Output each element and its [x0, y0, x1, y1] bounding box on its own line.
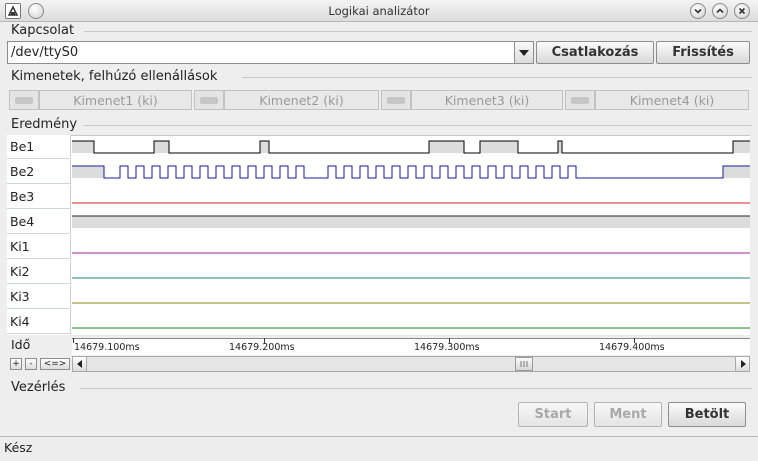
channel-label-be4: Be4 [7, 210, 71, 234]
result-divider [84, 125, 752, 126]
channel-label-ki2: Ki2 [7, 260, 71, 284]
app-icon [5, 3, 21, 19]
time-axis-label: Idő [11, 337, 31, 352]
channel-label-ki4: Ki4 [7, 310, 71, 334]
port-combo[interactable] [7, 41, 515, 64]
control-section-title: Vezérlés [11, 380, 66, 395]
time-tick-label: 14679.400ms [599, 342, 665, 353]
channel-label-ki1: Ki1 [7, 235, 71, 259]
waveform-be1 [72, 140, 750, 154]
load-button[interactable]: Betölt [668, 402, 746, 427]
output1-switch[interactable] [9, 90, 39, 110]
status-text: Kész [4, 440, 33, 455]
window-title: Logikai analizátor [328, 4, 430, 18]
waveform-be4 [72, 215, 750, 228]
waveform-be2 [72, 165, 750, 179]
output2-toggle[interactable]: Kimenet2 (ki) [224, 90, 379, 110]
zoom-fit-button[interactable]: <=> [40, 358, 70, 370]
close-button[interactable] [734, 3, 750, 19]
outputs-section-title: Kimenetek, felhúzó ellenállások [11, 69, 218, 84]
scroll-thumb[interactable] [515, 357, 533, 371]
port-combo-value: /dev/ttyS0 [11, 45, 79, 60]
zoom-out-button[interactable]: - [25, 358, 37, 370]
outputs-divider [242, 77, 752, 78]
result-section-title: Eredmény [11, 117, 78, 132]
time-tick-label: 14679.300ms [414, 342, 480, 353]
connection-section-title: Kapcsolat [11, 23, 75, 38]
channel-label-be2: Be2 [7, 160, 71, 184]
control-divider [80, 388, 752, 389]
channel-label-ki3: Ki3 [7, 285, 71, 309]
output1-toggle[interactable]: Kimenet1 (ki) [39, 90, 192, 110]
maximize-button[interactable] [712, 3, 728, 19]
output4-switch[interactable] [565, 90, 595, 110]
channel-label-be1: Be1 [7, 135, 71, 159]
connection-divider [84, 31, 752, 32]
port-combo-arrow[interactable] [514, 41, 534, 64]
scroll-right-arrow[interactable] [735, 357, 749, 371]
output3-switch[interactable] [381, 90, 411, 110]
waveform-plot [72, 140, 750, 329]
minimize-button[interactable] [690, 3, 706, 19]
status-bar [0, 436, 758, 461]
connect-button[interactable]: Csatlakozás [536, 41, 654, 64]
channel-label-be3: Be3 [7, 185, 71, 209]
time-tick-label: 14679.200ms [229, 342, 295, 353]
save-button[interactable]: Ment [594, 402, 662, 427]
output3-toggle[interactable]: Kimenet3 (ki) [411, 90, 563, 110]
zoom-in-button[interactable]: + [10, 358, 22, 370]
scroll-left-arrow[interactable] [73, 357, 87, 371]
refresh-button[interactable]: Frissítés [656, 41, 750, 64]
time-tick-label: 14679.100ms [74, 342, 140, 353]
window-menu-button[interactable] [28, 3, 44, 19]
output2-switch[interactable] [194, 90, 224, 110]
start-button[interactable]: Start [518, 402, 588, 427]
horizontal-scrollbar[interactable] [72, 356, 750, 372]
output4-toggle[interactable]: Kimenet4 (ki) [595, 90, 749, 110]
